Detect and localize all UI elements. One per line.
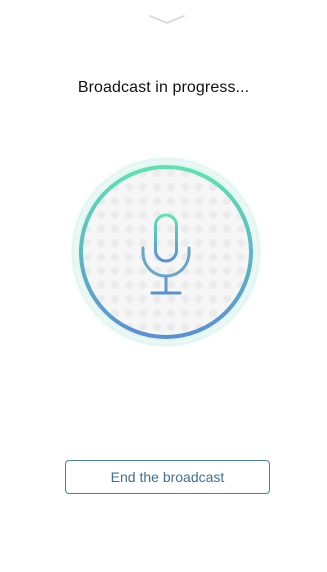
end-broadcast-button[interactable]: End the broadcast: [65, 460, 270, 494]
broadcast-status-title: Broadcast in progress...: [77, 79, 250, 96]
collapse-chevron-button[interactable]: [148, 12, 186, 24]
microphone-ring: [68, 154, 264, 350]
microphone-button[interactable]: [66, 152, 266, 352]
chevron-down-icon: [149, 15, 185, 24]
